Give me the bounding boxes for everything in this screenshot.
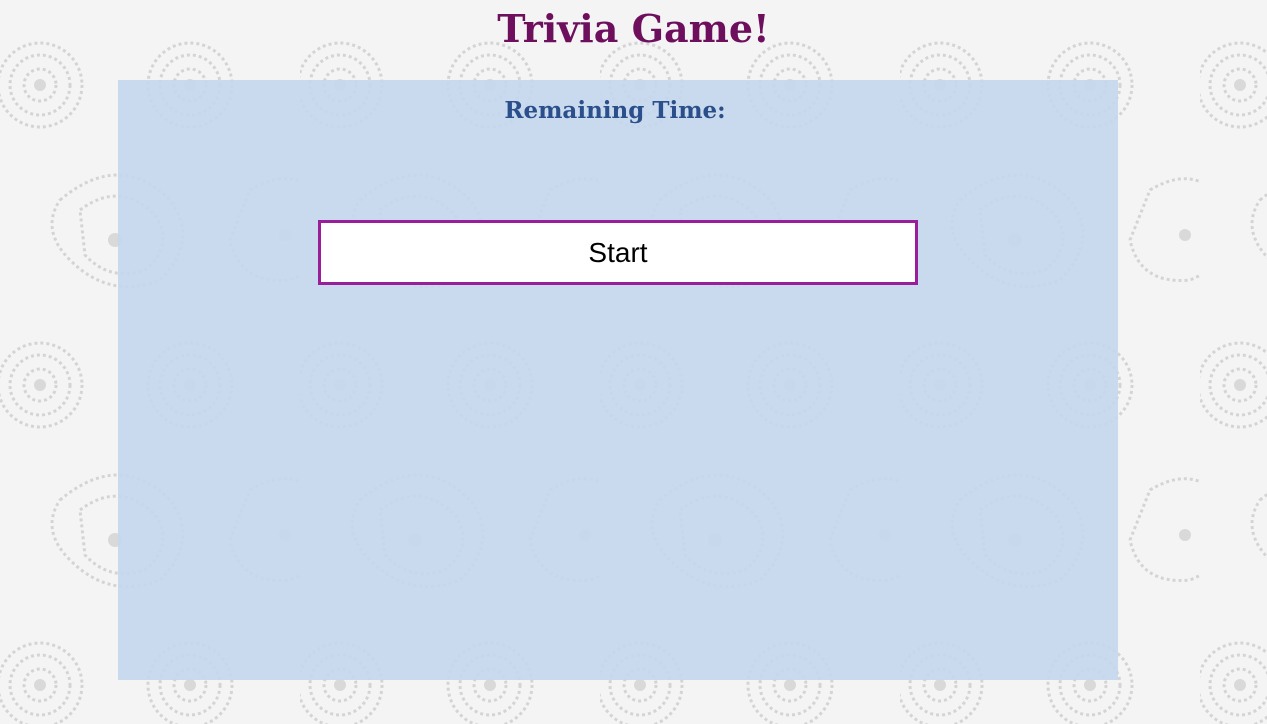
game-panel: Remaining Time: Start [118,80,1118,680]
timer-label: Remaining Time: [504,97,726,124]
start-button[interactable]: Start [318,220,918,285]
page-title: Trivia Game! [497,6,770,51]
remaining-time: Remaining Time: [118,96,1118,126]
